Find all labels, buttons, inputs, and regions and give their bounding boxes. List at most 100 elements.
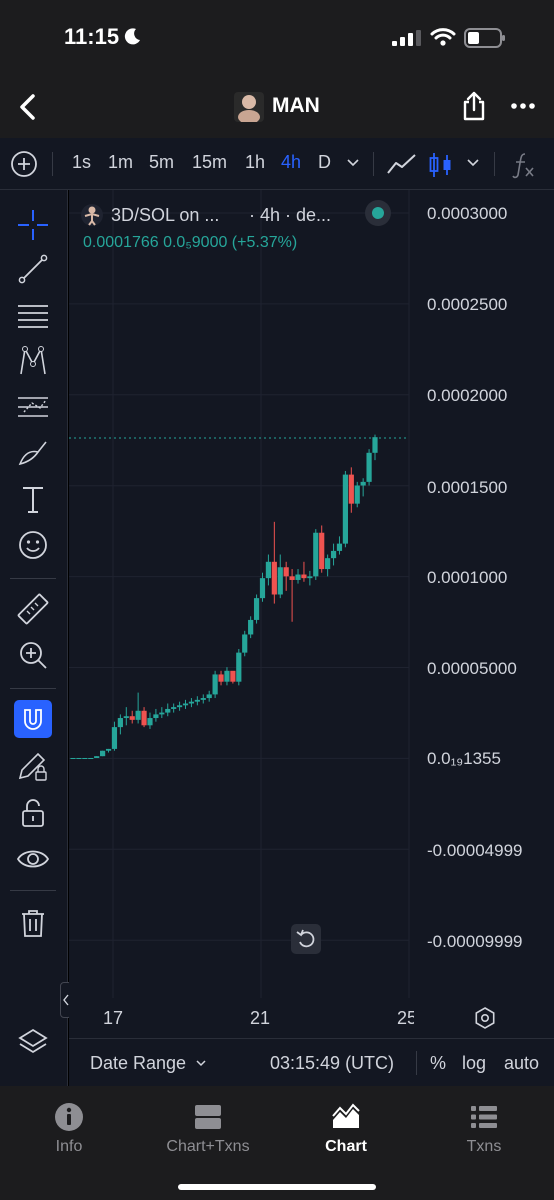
auto-scale-toggle[interactable]: auto bbox=[504, 1053, 539, 1074]
candle-up bbox=[147, 718, 153, 726]
visibility-icon[interactable] bbox=[16, 842, 50, 876]
toolbar-divider bbox=[373, 152, 374, 176]
tab-label: Txns bbox=[466, 1138, 502, 1155]
interval-5m[interactable]: 5m bbox=[149, 152, 174, 173]
tab-chart-txns[interactable]: Chart+Txns bbox=[143, 1102, 273, 1162]
candle-up bbox=[94, 756, 100, 758]
forecasting-tool-icon[interactable] bbox=[16, 390, 50, 424]
status-bar: 11:15 bbox=[0, 0, 554, 76]
candle-up bbox=[159, 712, 165, 715]
layers-icon[interactable] bbox=[16, 1026, 50, 1060]
candle-up bbox=[360, 481, 366, 486]
list-icon bbox=[471, 1106, 497, 1128]
line-chart-icon[interactable] bbox=[386, 151, 418, 177]
chevron-down-icon[interactable] bbox=[195, 1058, 207, 1068]
status-time: 11:15 bbox=[64, 24, 120, 49]
price-chart[interactable] bbox=[69, 190, 554, 1038]
candle-up bbox=[342, 474, 348, 544]
tab-label: Info bbox=[55, 1138, 83, 1155]
price-axis-label: 0.0₁₉1355 bbox=[427, 749, 501, 768]
crosshair-icon[interactable] bbox=[16, 208, 50, 242]
tab-chart[interactable]: Chart bbox=[281, 1102, 411, 1162]
wifi-icon bbox=[430, 28, 456, 46]
split-view-icon bbox=[195, 1105, 221, 1129]
candle-down bbox=[301, 574, 307, 579]
candle-up bbox=[354, 485, 360, 504]
chevron-down-icon[interactable] bbox=[466, 158, 480, 168]
candle-up bbox=[117, 718, 123, 728]
unlock-icon[interactable] bbox=[16, 796, 50, 830]
brush-icon[interactable] bbox=[16, 436, 50, 470]
candle-up bbox=[100, 750, 106, 757]
chevron-down-icon[interactable] bbox=[346, 158, 360, 168]
reset-chart-button[interactable] bbox=[291, 924, 321, 954]
tab-info[interactable]: Info bbox=[4, 1102, 134, 1162]
fib-retracement-icon[interactable] bbox=[16, 298, 50, 332]
candle-up bbox=[248, 619, 254, 635]
chart-toolbar: 1s 1m 5m 15m 1h 4h D bbox=[0, 138, 554, 190]
utc-clock[interactable]: 03:15:49 (UTC) bbox=[270, 1053, 394, 1074]
candle-up bbox=[153, 714, 159, 719]
percent-scale-toggle[interactable]: % bbox=[430, 1053, 446, 1074]
candle-up bbox=[325, 558, 331, 570]
tool-divider bbox=[10, 890, 56, 891]
candle-down bbox=[218, 674, 224, 682]
chart-area[interactable]: 3D/SOL on ... · 4h · de... 0.0001766 0.0… bbox=[69, 190, 554, 1038]
back-button[interactable] bbox=[14, 92, 42, 122]
candle-up bbox=[188, 701, 195, 704]
candle-up bbox=[265, 561, 272, 579]
text-tool-icon[interactable] bbox=[16, 482, 50, 516]
candle-up bbox=[76, 758, 82, 759]
interval-1s[interactable]: 1s bbox=[72, 152, 91, 173]
more-options-button[interactable] bbox=[510, 98, 536, 114]
share-button[interactable] bbox=[460, 90, 488, 122]
candle-up bbox=[182, 703, 189, 706]
candle-down bbox=[289, 576, 295, 580]
toolbar-divider bbox=[52, 152, 53, 176]
interval-1h[interactable]: 1h bbox=[245, 152, 265, 173]
price-axis-label: 0.0002000 bbox=[427, 386, 508, 405]
candle-up bbox=[259, 578, 266, 599]
add-symbol-button[interactable] bbox=[10, 150, 38, 178]
reset-icon bbox=[296, 929, 315, 948]
interval-4h[interactable]: 4h bbox=[281, 152, 301, 173]
date-range-button[interactable]: Date Range bbox=[90, 1053, 186, 1074]
ruler-icon[interactable] bbox=[16, 592, 50, 626]
candle-down bbox=[129, 716, 135, 720]
pattern-tool-icon[interactable] bbox=[16, 344, 50, 378]
zoom-in-icon[interactable] bbox=[16, 638, 50, 672]
lock-drawing-icon[interactable] bbox=[16, 748, 50, 782]
date-axis-label: 17 bbox=[103, 1008, 124, 1028]
indicators-icon[interactable] bbox=[510, 151, 536, 179]
candle-up bbox=[224, 670, 230, 682]
interval-d[interactable]: D bbox=[318, 152, 331, 173]
tab-txns[interactable]: Txns bbox=[419, 1102, 549, 1162]
log-scale-toggle[interactable]: log bbox=[462, 1053, 486, 1074]
interval-1m[interactable]: 1m bbox=[108, 152, 133, 173]
candle-down bbox=[319, 532, 325, 570]
candle-up bbox=[200, 698, 206, 700]
candle-down bbox=[348, 474, 354, 504]
live-status-indicator[interactable] bbox=[365, 200, 391, 226]
pair-avatar bbox=[81, 204, 103, 226]
candles-chart-icon[interactable] bbox=[428, 151, 454, 179]
candle-up bbox=[313, 532, 319, 577]
info-icon bbox=[55, 1103, 83, 1131]
candle-up bbox=[88, 758, 94, 759]
trend-line-icon[interactable] bbox=[16, 252, 50, 286]
magnet-mode-button[interactable] bbox=[14, 700, 52, 738]
candle-up bbox=[277, 567, 283, 595]
candle-down bbox=[271, 561, 277, 595]
emoji-icon[interactable] bbox=[16, 528, 50, 562]
interval-15m[interactable]: 15m bbox=[192, 152, 227, 173]
candle-up bbox=[176, 705, 183, 708]
candle-up bbox=[171, 707, 177, 709]
price-axis-label: 0.0001500 bbox=[427, 478, 508, 497]
chart-settings-icon[interactable] bbox=[473, 1006, 497, 1030]
candle-up bbox=[366, 452, 372, 482]
magnet-icon bbox=[24, 709, 42, 730]
candle-up bbox=[253, 598, 260, 620]
battery-icon bbox=[464, 28, 505, 48]
trash-icon[interactable] bbox=[16, 906, 50, 940]
price-axis-label: -0.00009999 bbox=[427, 932, 523, 951]
